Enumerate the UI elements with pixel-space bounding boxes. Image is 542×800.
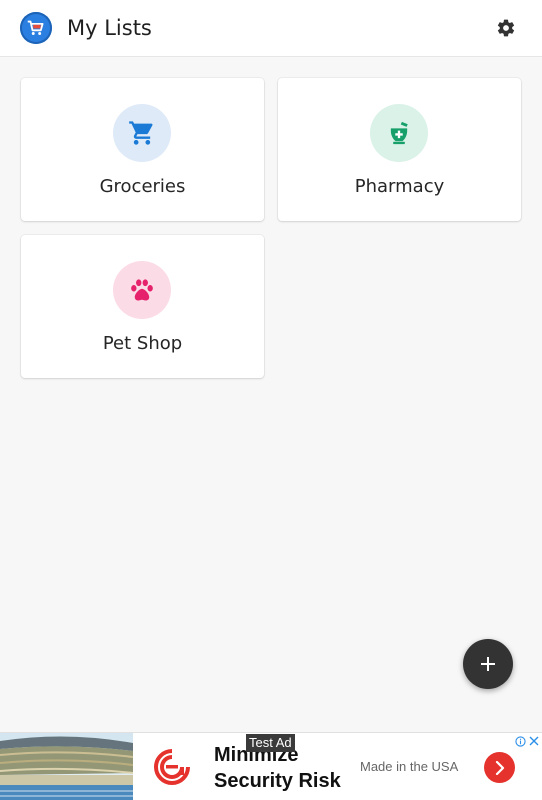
close-icon bbox=[529, 736, 539, 746]
list-card-pet-shop[interactable]: Pet Shop bbox=[21, 235, 264, 378]
page-title: My Lists bbox=[67, 16, 152, 40]
list-card-label: Pet Shop bbox=[102, 333, 183, 354]
list-card-label: Groceries bbox=[99, 176, 186, 197]
settings-button[interactable] bbox=[494, 16, 518, 40]
plus-icon bbox=[481, 657, 495, 671]
ad-subtext: Made in the USA bbox=[360, 759, 459, 774]
ad-close-button[interactable] bbox=[528, 735, 540, 747]
gear-icon bbox=[497, 19, 515, 37]
chevron-right-icon bbox=[495, 760, 504, 775]
ad-brand-logo-icon bbox=[153, 748, 191, 786]
ad-info-button[interactable] bbox=[514, 735, 526, 747]
app-logo-icon bbox=[20, 12, 52, 44]
list-card-groceries[interactable]: Groceries bbox=[21, 78, 264, 221]
shopping-cart-icon bbox=[129, 121, 153, 145]
ad-stadium-image[interactable] bbox=[0, 733, 133, 800]
list-card-label: Pharmacy bbox=[354, 176, 445, 197]
groceries-icon-circle bbox=[113, 104, 171, 162]
pet-shop-icon-circle bbox=[113, 261, 171, 319]
info-icon bbox=[514, 735, 526, 747]
ad-cta-button[interactable] bbox=[484, 752, 515, 783]
ad-banner[interactable]: Minimize Security Risk Test Ad Made in t… bbox=[0, 732, 542, 800]
pharmacy-mortar-icon bbox=[390, 121, 408, 145]
list-card-pharmacy[interactable]: Pharmacy bbox=[278, 78, 521, 221]
app-bar: My Lists bbox=[0, 0, 542, 57]
paw-icon bbox=[131, 279, 153, 301]
pharmacy-icon-circle bbox=[370, 104, 428, 162]
ad-test-badge: Test Ad bbox=[246, 734, 295, 752]
add-list-button[interactable] bbox=[463, 639, 513, 689]
